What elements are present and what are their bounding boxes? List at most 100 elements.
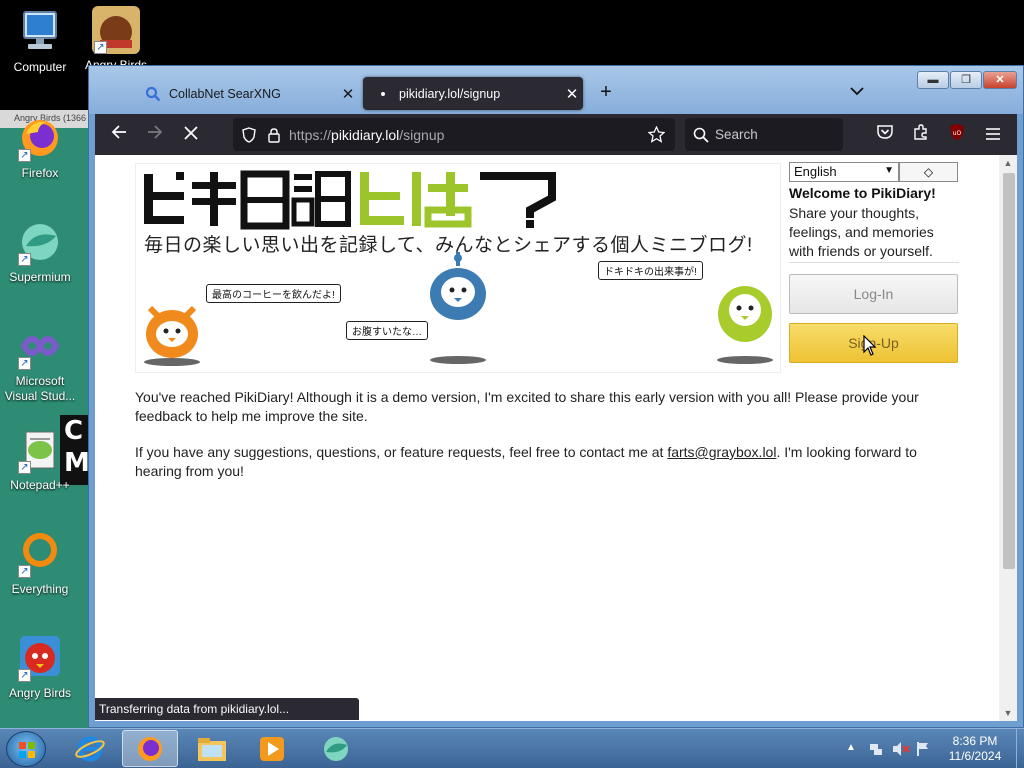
language-selected: English (794, 164, 837, 179)
mouse-cursor-icon (863, 335, 877, 356)
url-path: /signup (399, 126, 445, 143)
volume-muted-icon[interactable] (892, 741, 910, 757)
shortcut-arrow-icon: ↗ (18, 565, 31, 578)
show-desktop-button[interactable] (1016, 729, 1024, 768)
taskbar-file-explorer[interactable] (184, 730, 240, 767)
desktop-icon-label: Notepad++ (10, 478, 70, 492)
minimize-button[interactable]: ▬ (917, 71, 949, 89)
vertical-scrollbar[interactable]: ▲ ▼ (999, 155, 1017, 721)
internet-explorer-icon (75, 736, 105, 761)
desktop-icon-angry-birds-top[interactable]: ↗ Angry Birds (76, 6, 156, 73)
ublock-origin-icon[interactable]: uO (945, 123, 969, 147)
everything-icon: ↗ (16, 530, 64, 578)
page-viewport: 毎日の楽しい思い出を記録して、みんなとシェアする個人ミニブログ! 最高のコーヒー… (95, 155, 999, 721)
tab-collabnet-searxng[interactable]: CollabNet SearXNG ✕ (133, 77, 359, 110)
firefox-window: CollabNet SearXNG ✕ pikidiary.lol/signup… (88, 65, 1024, 728)
start-button[interactable] (6, 731, 46, 767)
media-player-icon (260, 736, 284, 761)
orange-mascot-icon (144, 305, 200, 366)
supermium-icon (324, 736, 348, 761)
desktop-icon-firefox[interactable]: ↗ Firefox (0, 114, 80, 181)
firefox-icon (138, 736, 162, 761)
forward-button[interactable] (143, 123, 167, 147)
supermium-icon: ↗ (16, 218, 64, 266)
windows-logo-icon (19, 742, 35, 758)
clock-date: 11/6/2024 (948, 749, 1002, 763)
hero-banner: 毎日の楽しい思い出を記録して、みんなとシェアする個人ミニブログ! 最高のコーヒー… (135, 163, 781, 373)
close-window-button[interactable]: ✕ (983, 71, 1017, 89)
list-all-tabs-icon[interactable] (846, 83, 868, 103)
scroll-down-arrow-icon[interactable]: ▼ (999, 705, 1017, 721)
email-link[interactable]: farts@graybox.lol (667, 444, 776, 460)
green-mascot-icon (717, 286, 773, 364)
desktop-icon-label: Firefox (21, 166, 59, 180)
desktop-icon-label: Supermium (9, 270, 71, 284)
maximize-button[interactable]: ❐ (950, 71, 982, 89)
scrollbar-thumb[interactable] (1003, 173, 1015, 569)
welcome-title: Welcome to PikiDiary! (789, 185, 936, 201)
address-bar[interactable]: https://pikidiary.lol/signup (233, 118, 675, 151)
divider (789, 262, 959, 263)
angry-birds-icon: ↗ (16, 634, 64, 682)
url-text[interactable]: https://pikidiary.lol/signup (289, 127, 444, 143)
angry-birds-icon: ↗ (92, 6, 140, 54)
shortcut-arrow-icon: ↗ (18, 253, 31, 266)
hamburger-menu-icon[interactable] (981, 123, 1005, 147)
desktop-icon-label: Computer (13, 60, 67, 74)
speech-bubble-excitement: ドキドキの出来事が! (598, 261, 703, 280)
bookmark-star-icon[interactable] (648, 126, 665, 143)
back-button[interactable] (107, 123, 131, 147)
scroll-up-arrow-icon[interactable]: ▲ (999, 155, 1017, 171)
svg-text:uO: uO (953, 130, 962, 137)
shortcut-arrow-icon: ↗ (18, 149, 31, 162)
desktop-icon-label: Microsoft Visual Stud... (4, 374, 76, 403)
contact-text-before: If you have any suggestions, questions, … (135, 444, 668, 460)
tab-title: CollabNet SearXNG (169, 86, 281, 101)
desktop-icon-notepadpp[interactable]: ↗ Notepad++ (0, 426, 80, 493)
firefox-icon: ↗ (16, 114, 64, 162)
theme-toggle-button[interactable]: ◇ (899, 162, 958, 182)
window-titlebar[interactable]: CollabNet SearXNG ✕ pikidiary.lol/signup… (89, 66, 1023, 114)
tab-pikidiary-signup[interactable]: pikidiary.lol/signup ✕ (363, 77, 583, 110)
taskbar-supermium[interactable] (308, 730, 364, 767)
network-icon[interactable] (868, 741, 884, 757)
visual-studio-icon: ↗ (16, 322, 64, 370)
desktop-icon-everything[interactable]: ↗ Everything (0, 530, 80, 597)
desktop-icon-computer[interactable]: Computer (0, 8, 80, 75)
search-bar[interactable]: Search (685, 118, 843, 151)
welcome-description: Share your thoughts, feelings, and memor… (789, 205, 934, 259)
action-center-flag-icon[interactable] (916, 741, 930, 757)
url-host: pikidiary.lol (331, 126, 400, 143)
login-button[interactable]: Log-In (789, 274, 958, 314)
shortcut-arrow-icon: ↗ (18, 669, 31, 682)
pocket-icon[interactable] (873, 123, 897, 147)
lock-icon[interactable] (267, 127, 281, 143)
chevron-down-icon: ▼ (884, 165, 894, 176)
file-explorer-icon (198, 737, 226, 761)
desktop-icon-label: Everything (11, 582, 69, 596)
language-select[interactable]: English ▼ (789, 162, 899, 182)
stop-loading-button[interactable] (179, 123, 203, 147)
clock[interactable]: 8:36 PM 11/6/2024 (935, 734, 1015, 764)
new-tab-button[interactable]: + (594, 81, 618, 105)
desktop-icon-visual-studio[interactable]: ↗ Microsoft Visual Stud... (0, 322, 80, 404)
taskbar-firefox[interactable] (122, 730, 178, 767)
extensions-puzzle-icon[interactable] (909, 123, 933, 147)
close-tab-icon[interactable]: ✕ (561, 85, 583, 103)
pikidiary-logo (144, 170, 556, 230)
blue-mascot-icon (430, 252, 486, 364)
notepadpp-icon: ↗ (16, 426, 64, 474)
intro-paragraph: You've reached PikiDiary! Although it is… (135, 389, 919, 424)
show-hidden-icons-icon[interactable]: ▲ (846, 742, 856, 753)
tracking-protection-shield-icon[interactable] (241, 126, 257, 143)
desktop-icon-supermium[interactable]: ↗ Supermium (0, 218, 80, 285)
taskbar: ▲ 8:36 PM 11/6/2024 (0, 728, 1024, 768)
search-icon (145, 86, 161, 102)
taskbar-internet-explorer[interactable] (62, 730, 118, 767)
taskbar-media-player[interactable] (244, 730, 300, 767)
close-tab-icon[interactable]: ✕ (337, 85, 359, 103)
clock-time: 8:36 PM (952, 734, 998, 748)
desktop-icon-angry-birds[interactable]: ↗ Angry Birds (0, 634, 80, 701)
status-bar: Transferring data from pikidiary.lol... (95, 698, 359, 720)
computer-icon (16, 8, 64, 56)
